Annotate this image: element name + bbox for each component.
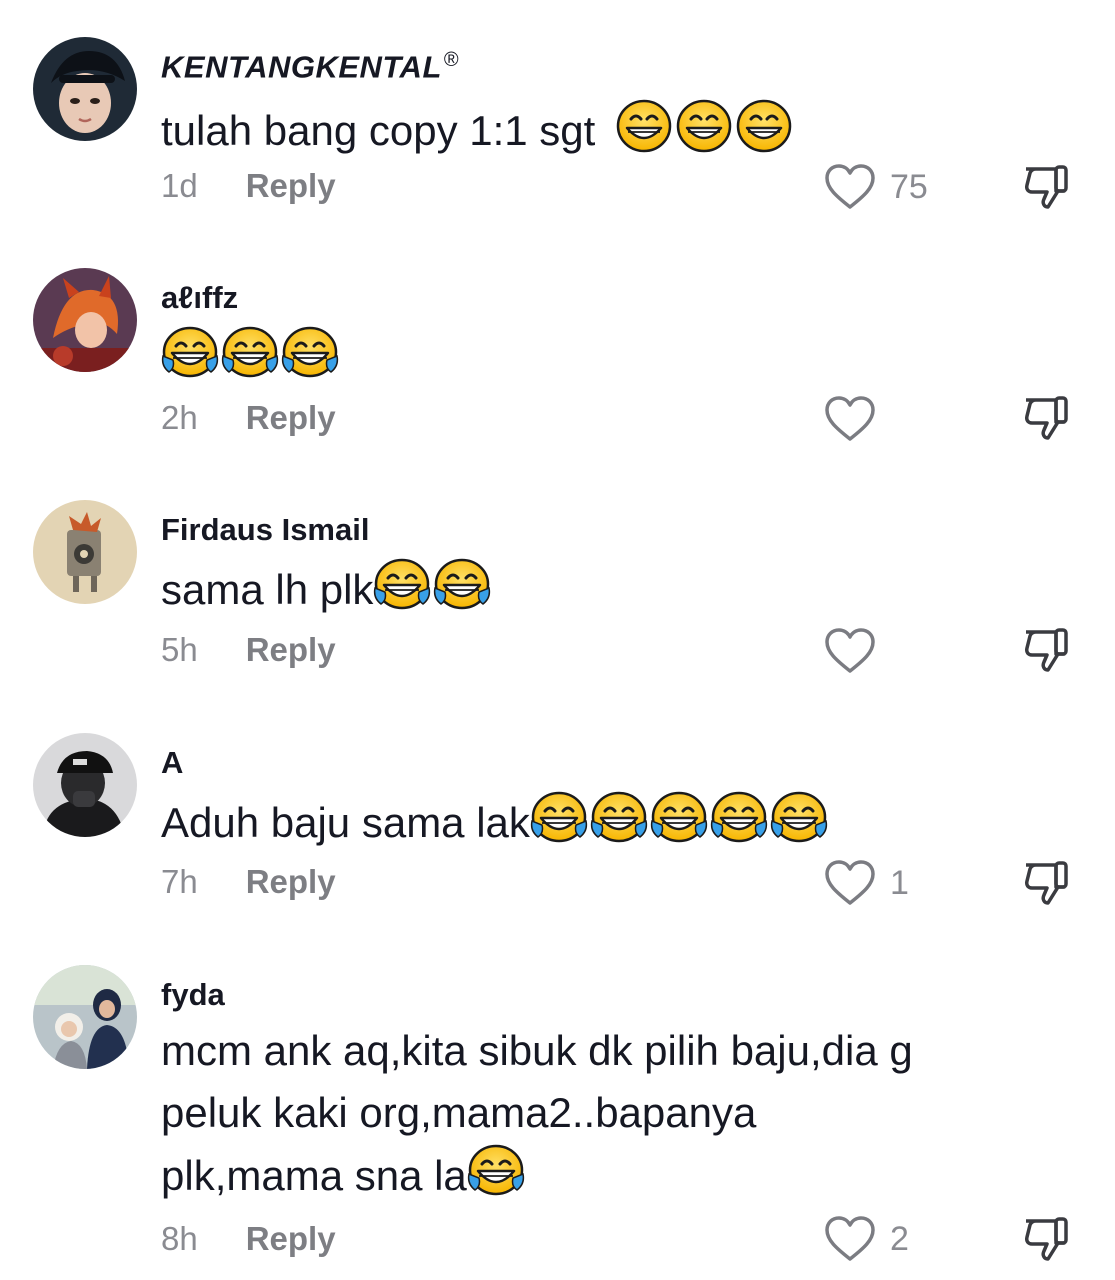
comment-text-content: tulah bang copy 1:1 sgt bbox=[161, 107, 596, 154]
avatar[interactable] bbox=[33, 37, 137, 141]
like-button[interactable]: 75 bbox=[824, 161, 974, 213]
username[interactable]: fyda bbox=[161, 977, 225, 1013]
comment-text: mcm ank aq,kita sibuk dk pilih baju,dia … bbox=[161, 1020, 913, 1215]
username[interactable]: Firdaus Ismail bbox=[161, 512, 369, 548]
tears-of-joy-emoji-icon bbox=[467, 1144, 525, 1198]
comment-text: tulah bang copy 1:1 sgt bbox=[161, 99, 795, 170]
username-text: KENTANGKENTAL bbox=[161, 49, 442, 85]
tears-of-joy-emoji-icon bbox=[530, 791, 588, 845]
comment-meta: 2h Reply bbox=[161, 399, 336, 437]
emoji-group bbox=[530, 791, 830, 862]
comment-meta: 8h Reply bbox=[161, 1220, 336, 1258]
username[interactable]: KENTANGKENTAL ® bbox=[161, 49, 459, 85]
emoji-group bbox=[161, 326, 341, 397]
like-button[interactable] bbox=[824, 625, 974, 677]
tears-of-joy-emoji-icon bbox=[161, 326, 219, 380]
like-button[interactable]: 2 bbox=[824, 1213, 974, 1265]
reply-button[interactable]: Reply bbox=[246, 631, 336, 669]
heart-outline-icon bbox=[824, 163, 876, 211]
thumbs-down-outline-icon bbox=[1020, 161, 1072, 213]
avatar[interactable] bbox=[33, 268, 137, 372]
grinning-squint-emoji-icon bbox=[735, 99, 793, 153]
thumbs-down-outline-icon bbox=[1020, 1213, 1072, 1265]
heart-outline-icon bbox=[824, 1215, 876, 1263]
heart-outline-icon bbox=[824, 395, 876, 443]
comment-text-line: mcm ank aq,kita sibuk dk pilih baju,dia … bbox=[161, 1027, 913, 1074]
like-count: 75 bbox=[890, 167, 928, 206]
avatar[interactable] bbox=[33, 965, 137, 1069]
tears-of-joy-emoji-icon bbox=[373, 558, 431, 612]
reply-button[interactable]: Reply bbox=[246, 167, 336, 205]
timestamp: 5h bbox=[161, 631, 198, 668]
timestamp: 2h bbox=[161, 399, 198, 436]
tears-of-joy-emoji-icon bbox=[221, 326, 279, 380]
emoji-group bbox=[373, 558, 493, 629]
like-count: 1 bbox=[890, 863, 909, 902]
comment-meta: 7h Reply bbox=[161, 863, 336, 901]
emoji-group bbox=[607, 99, 795, 170]
comment-text: Aduh baju sama lak bbox=[161, 791, 830, 862]
grinning-squint-emoji-icon bbox=[675, 99, 733, 153]
timestamp: 8h bbox=[161, 1220, 198, 1257]
tears-of-joy-emoji-icon bbox=[281, 326, 339, 380]
registered-mark: ® bbox=[443, 49, 460, 71]
grinning-squint-emoji-icon bbox=[615, 99, 673, 153]
thumbs-down-outline-icon bbox=[1020, 857, 1072, 909]
reply-button[interactable]: Reply bbox=[246, 1220, 336, 1258]
dislike-button[interactable] bbox=[1020, 161, 1072, 213]
like-button[interactable]: 1 bbox=[824, 857, 974, 909]
reply-button[interactable]: Reply bbox=[246, 399, 336, 437]
like-button[interactable] bbox=[824, 393, 974, 445]
comment-meta: 5h Reply bbox=[161, 631, 336, 669]
comment-text-line-with-emoji: plk,mama sna la bbox=[161, 1144, 913, 1215]
timestamp: 7h bbox=[161, 863, 198, 900]
tears-of-joy-emoji-icon bbox=[433, 558, 491, 612]
username[interactable]: aℓıffz bbox=[161, 280, 238, 316]
timestamp: 1d bbox=[161, 167, 198, 204]
comment-text-content: Aduh baju sama lak bbox=[161, 799, 530, 846]
avatar[interactable] bbox=[33, 733, 137, 837]
comment-text: sama lh plk bbox=[161, 558, 493, 629]
comment-text-line: peluk kaki org,mama2..bapanya bbox=[161, 1089, 757, 1136]
heart-outline-icon bbox=[824, 859, 876, 907]
reply-button[interactable]: Reply bbox=[246, 863, 336, 901]
emoji-group bbox=[467, 1144, 527, 1215]
heart-outline-icon bbox=[824, 627, 876, 675]
tears-of-joy-emoji-icon bbox=[770, 791, 828, 845]
thumbs-down-outline-icon bbox=[1020, 624, 1072, 676]
dislike-button[interactable] bbox=[1020, 624, 1072, 676]
comment-text bbox=[161, 326, 341, 397]
tears-of-joy-emoji-icon bbox=[710, 791, 768, 845]
tears-of-joy-emoji-icon bbox=[590, 791, 648, 845]
username[interactable]: A bbox=[161, 745, 183, 781]
comment-text-content: sama lh plk bbox=[161, 566, 374, 613]
dislike-button[interactable] bbox=[1020, 1213, 1072, 1265]
dislike-button[interactable] bbox=[1020, 392, 1072, 444]
dislike-button[interactable] bbox=[1020, 857, 1072, 909]
like-count: 2 bbox=[890, 1219, 909, 1258]
comment-text-content: plk,mama sna la bbox=[161, 1152, 467, 1199]
tears-of-joy-emoji-icon bbox=[650, 791, 708, 845]
comment-meta: 1d Reply bbox=[161, 167, 336, 205]
thumbs-down-outline-icon bbox=[1020, 392, 1072, 444]
avatar[interactable] bbox=[33, 500, 137, 604]
